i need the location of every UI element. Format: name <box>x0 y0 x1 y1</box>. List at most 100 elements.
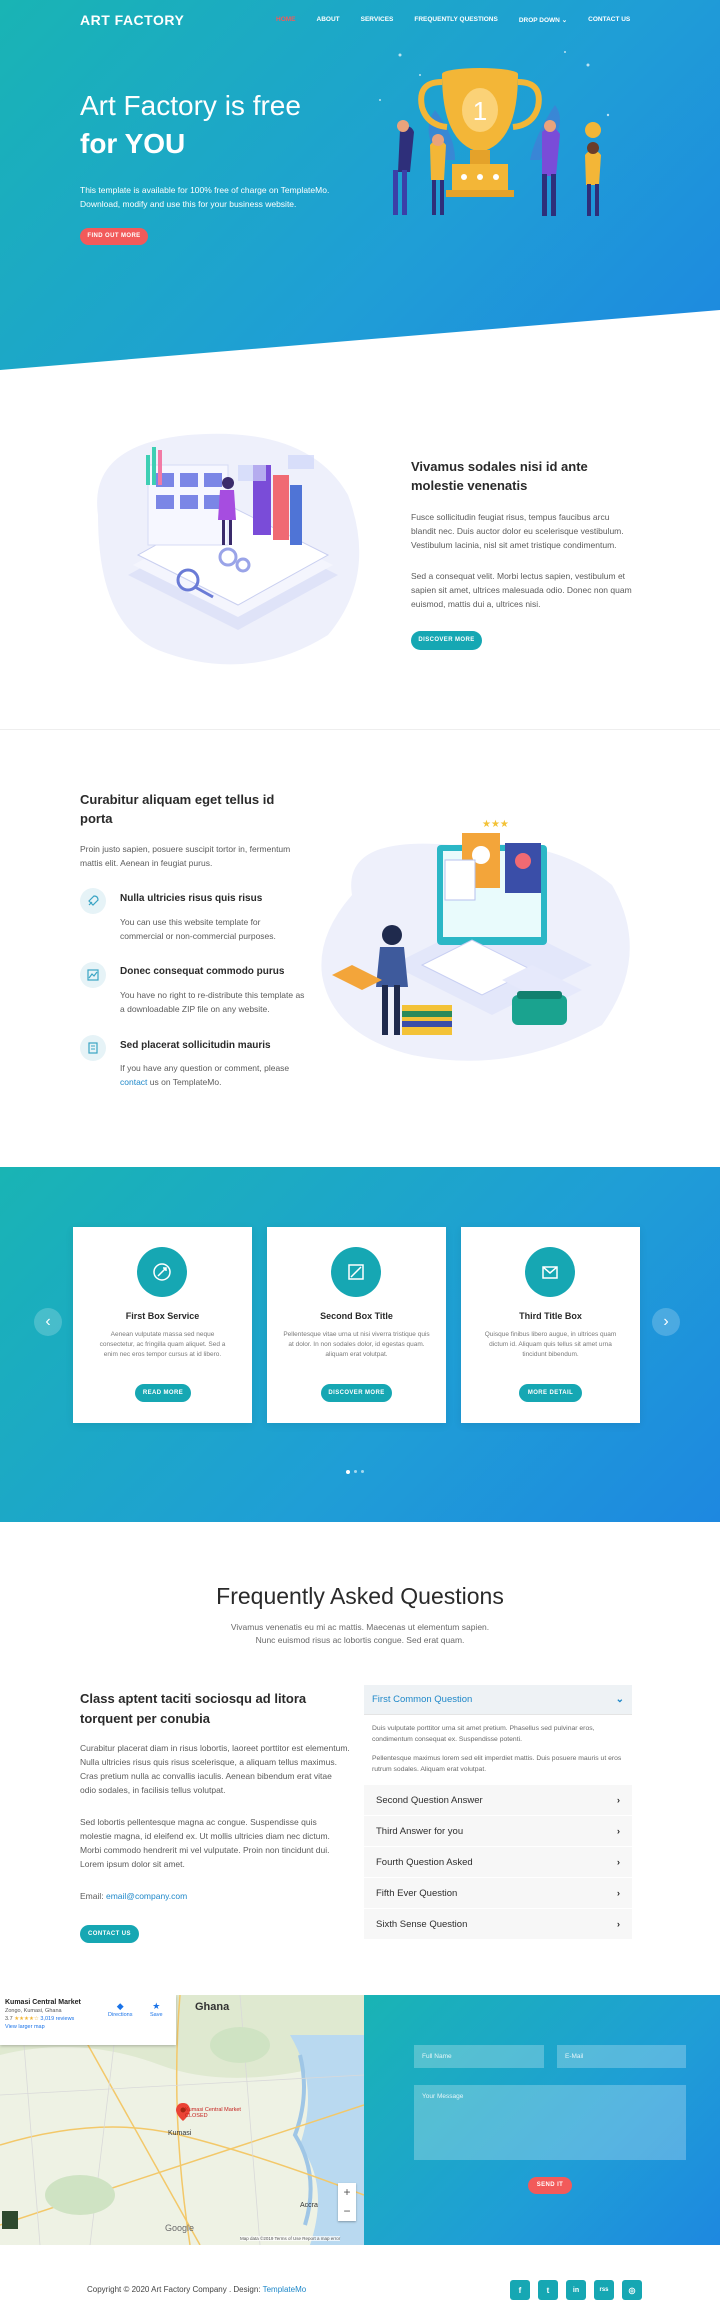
email-input[interactable] <box>557 2045 686 2068</box>
discover-more-card-button[interactable]: DISCOVER MORE <box>321 1384 392 1402</box>
faq-title: Frequently Asked Questions <box>216 1583 504 1609</box>
brand-logo[interactable]: ART FACTORY <box>80 12 184 28</box>
dribbble-icon[interactable]: ◎ <box>622 2280 642 2300</box>
nav-faq[interactable]: FREQUENTLY QUESTIONS <box>414 16 497 24</box>
faq-accordion: First Common Question ⌄ Duis vulputate p… <box>364 1685 632 1940</box>
map-place-name: Kumasi Central Market <box>5 1999 81 2006</box>
rss-icon[interactable]: rss <box>594 2280 614 2300</box>
about-illustration <box>97 433 360 665</box>
about-paragraph-1: Fusce sollicitudin feugiat risus, tempus… <box>411 512 624 550</box>
accordion-open-title: First Common Question <box>372 1694 473 1705</box>
find-out-more-button[interactable]: FIND OUT MORE <box>80 228 148 245</box>
accordion-item-title: Sixth Sense Question <box>376 1918 468 1930</box>
email-link[interactable]: email@company.com <box>106 1891 187 1901</box>
trophy-number: 1 <box>473 96 487 126</box>
service-card-3-icon <box>525 1247 575 1297</box>
service-card-2-text: Pellentesque vitae urna ut nisi viverra … <box>283 1331 430 1358</box>
accordion-item-title: Third Answer for you <box>376 1825 464 1837</box>
map-marker-label: Kumasi Central Market CLOSED <box>185 2107 241 2119</box>
hero-title-line1: Art Factory is free <box>80 90 301 121</box>
accordion-item[interactable]: Fifth Ever Question › <box>364 1878 632 1909</box>
features-illustration: ★★★ <box>321 819 630 1061</box>
nav-services[interactable]: SERVICES <box>361 16 394 24</box>
carousel-dots <box>346 1470 364 1474</box>
chevron-right-icon: › <box>663 1313 669 1330</box>
contact-link[interactable]: contact <box>120 1077 147 1087</box>
map-save-label: Save <box>150 2012 163 2018</box>
map-city-2: Accra <box>300 2202 318 2209</box>
more-detail-button[interactable]: MORE DETAIL <box>519 1384 582 1402</box>
templatemo-link[interactable]: TemplateMo <box>263 2285 307 2294</box>
accordion-item[interactable]: Third Answer for you › <box>364 1816 632 1847</box>
map-layer-toggle[interactable] <box>2 2211 18 2229</box>
linkedin-icon[interactable]: in <box>566 2280 586 2300</box>
faq-left-paragraph-2: Sed lobortis pellentesque magna ac congu… <box>80 1817 330 1869</box>
map-marker-status: CLOSED <box>185 2113 208 2119</box>
accordion-item-open[interactable]: First Common Question ⌄ <box>364 1685 632 1715</box>
map-embed[interactable]: Kumasi Central Market Zongo, Kumasi, Gha… <box>0 1995 364 2245</box>
main-nav: HOME ABOUT SERVICES FREQUENTLY QUESTIONS… <box>276 16 630 24</box>
nav-about[interactable]: ABOUT <box>317 16 340 24</box>
section-divider <box>0 729 720 730</box>
envelope-icon <box>542 1266 558 1279</box>
map-save[interactable]: ★ Save <box>150 2001 163 2018</box>
star-icon: ★ <box>152 2001 161 2011</box>
carousel-next-button[interactable]: › <box>652 1308 680 1336</box>
zoom-out-button[interactable]: − <box>338 2202 356 2221</box>
map-place-address: Zongo, Kumasi, Ghana <box>5 2008 62 2014</box>
map-rating-stars: ★★★★☆ <box>14 2016 39 2022</box>
accordion-open-p2: Pellentesque maximus lorem sed elit impe… <box>372 1755 622 1773</box>
nav-dropdown[interactable]: DROP DOWN ⌄ <box>519 16 567 24</box>
faq-left-title: Class aptent taciti sociosqu ad litora t… <box>80 1691 307 1726</box>
chart-icon <box>87 969 99 981</box>
accordion-item[interactable]: Fourth Question Asked › <box>364 1847 632 1878</box>
faq-email: Email: email@company.com <box>80 1889 187 1903</box>
chevron-right-icon: › <box>616 1794 620 1806</box>
contact-us-button[interactable]: CONTACT US <box>80 1925 139 1943</box>
map-country-label: Ghana <box>195 2001 230 2013</box>
accordion-item[interactable]: Second Question Answer › <box>364 1785 632 1816</box>
carousel-dot-active[interactable] <box>346 1470 350 1474</box>
twitter-icon[interactable]: t <box>538 2280 558 2300</box>
feature-3-text: If you have any question or comment, ple… <box>120 1061 305 1089</box>
chevron-right-icon: › <box>616 1825 620 1837</box>
zoom-in-button[interactable]: + <box>338 2183 356 2202</box>
chevron-right-icon: › <box>616 1887 620 1899</box>
full-name-input[interactable] <box>414 2045 544 2068</box>
map-view-larger[interactable]: View larger map <box>5 2024 171 2030</box>
accordion-open-p1: Duis vulputate porttitor urna sit amet p… <box>372 1725 595 1743</box>
nav-contact[interactable]: CONTACT US <box>588 16 630 24</box>
directions-icon: ◆ <box>116 2001 124 2011</box>
discover-more-button[interactable]: DISCOVER MORE <box>411 631 482 650</box>
map-attribution[interactable]: Map data ©2019 Terms of Use Report a map… <box>240 2236 341 2241</box>
service-card-2-icon <box>331 1247 381 1297</box>
carousel-dot[interactable] <box>354 1470 357 1473</box>
nav-home[interactable]: HOME <box>276 16 296 24</box>
chevron-right-icon: › <box>616 1918 620 1930</box>
chevron-left-icon: ‹ <box>45 1313 51 1330</box>
message-textarea[interactable] <box>414 2085 686 2160</box>
chevron-down-icon: ⌄ <box>561 17 568 24</box>
facebook-icon[interactable]: f <box>510 2280 530 2300</box>
carousel-prev-button[interactable]: ‹ <box>34 1308 62 1336</box>
footer-copyright: Copyright © 2020 Art Factory Company . D… <box>87 2285 306 2294</box>
accordion-open-content: Duis vulputate porttitor urna sit amet p… <box>364 1715 632 1785</box>
send-it-button[interactable]: SEND IT <box>528 2177 572 2194</box>
service-card-3-text: Quisque finibus libero augue, in ultrice… <box>484 1331 617 1358</box>
feature-3-title: Sed placerat sollicitudin mauris <box>120 1040 271 1051</box>
service-card-1-icon <box>137 1247 187 1297</box>
faq-subtitle-2: Nunc euismod risus ac lobortis congue. S… <box>255 1635 465 1645</box>
map-reviews[interactable]: 3,019 reviews <box>40 2016 74 2022</box>
carousel-dot[interactable] <box>361 1470 364 1473</box>
read-more-button[interactable]: READ MORE <box>135 1384 191 1402</box>
nav-dropdown-label: DROP DOWN <box>518 17 560 24</box>
map-rating: 3.7 ★★★★☆ 3,019 reviews <box>5 2016 171 2022</box>
accordion-item-title: Second Question Answer <box>376 1794 483 1806</box>
map-directions[interactable]: ◆ Directions <box>108 2001 132 2018</box>
map-city-1: Kumasi <box>168 2130 192 2137</box>
hero-title: Art Factory is free for YOU <box>80 87 301 163</box>
copyright-text: Copyright © 2020 Art Factory Company . D… <box>87 2285 261 2294</box>
svg-text:★★★: ★★★ <box>482 819 509 830</box>
feature-2-text: You have no right to re-distribute this … <box>120 990 305 1014</box>
accordion-item[interactable]: Sixth Sense Question › <box>364 1909 632 1940</box>
